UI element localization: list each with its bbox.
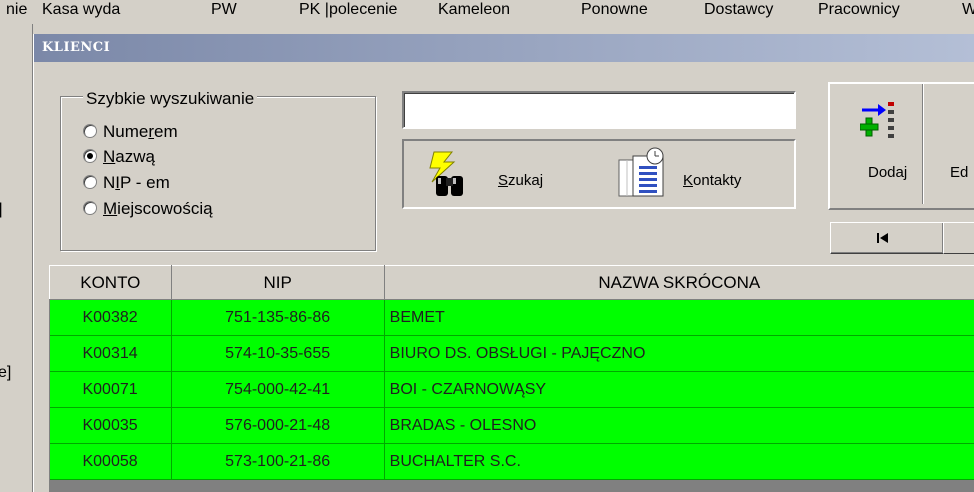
column-header-nip[interactable]: NIP [170, 265, 385, 300]
background-fragment: ] [0, 201, 2, 219]
cell-nazwa: BEMET [384, 299, 974, 336]
binoculars-icon [429, 151, 463, 196]
column-header-konto[interactable]: KONTO [49, 265, 172, 300]
cell-nip: 754-000-42-41 [171, 371, 385, 408]
radio-button-icon [83, 124, 97, 138]
clients-grid: KONTO NIP NAZWA SKRÓCONA K00382 751-135-… [49, 265, 974, 492]
menu-item-pracownicy[interactable]: Pracownicy [818, 1, 900, 19]
cell-nip: 574-10-35-655 [171, 335, 385, 372]
menu-bar: nie Kasa wyda PW PK |polecenie Kameleon … [0, 0, 974, 24]
search-input[interactable] [402, 91, 796, 129]
cell-nazwa: BIURO DS. OBSŁUGI - PAJĘCZNO [384, 335, 974, 372]
cell-nip: 751-135-86-86 [171, 299, 385, 336]
cell-nip: 573-100-21-86 [171, 443, 385, 480]
menu-item-kasa-wyda[interactable]: Kasa wyda [42, 1, 120, 19]
cell-konto: K00071 [49, 371, 172, 408]
background-fragment: e] [0, 364, 12, 381]
table-row[interactable]: K00314 574-10-35-655 BIURO DS. OBSŁUGI -… [49, 335, 974, 372]
radio-by-number[interactable]: Numerem [83, 121, 178, 143]
cell-nip: 576-000-21-48 [171, 407, 385, 444]
edit-button-label: Ed [950, 164, 969, 181]
radio-button-icon [83, 175, 97, 189]
edit-button[interactable]: Ed [924, 84, 974, 204]
radio-by-nip[interactable]: NIP - em [83, 172, 170, 194]
cell-nazwa: BOI - CZARNOWĄSY [384, 371, 974, 408]
menu-item-dostawcy[interactable]: Dostawcy [704, 1, 773, 19]
menu-item[interactable]: nie [6, 1, 27, 19]
cell-konto: K00035 [49, 407, 172, 444]
table-row[interactable]: K00071 754-000-42-41 BOI - CZARNOWĄSY [49, 371, 974, 408]
menu-item-pk-polecenie[interactable]: PK |polecenie [299, 1, 397, 19]
cell-nazwa: BRADAS - OLESNO [384, 407, 974, 444]
menu-item-kameleon[interactable]: Kameleon [438, 1, 510, 19]
window-title: KLIENCI [42, 40, 111, 55]
search-button[interactable]: Szukaj [424, 150, 564, 200]
menu-item-w[interactable]: W [962, 1, 974, 19]
add-record-icon [860, 102, 894, 138]
cell-nazwa: BUCHALTER S.C. [384, 443, 974, 480]
add-button[interactable]: Dodaj [830, 84, 922, 204]
table-row[interactable]: K00035 576-000-21-48 BRADAS - OLESNO [49, 407, 974, 444]
contacts-button[interactable]: Kontakty [617, 146, 777, 200]
window-title-bar[interactable]: KLIENCI [34, 34, 974, 62]
table-row[interactable]: K00058 573-100-21-86 BUCHALTER S.C. [49, 443, 974, 480]
clients-window: KLIENCI Szybkie wyszukiwanie Numerem Naz… [33, 34, 974, 492]
clients-table: KONTO NIP NAZWA SKRÓCONA K00382 751-135-… [49, 265, 974, 480]
menu-item-ponowne[interactable]: Ponowne [581, 1, 648, 19]
first-record-button[interactable] [830, 222, 944, 254]
cell-konto: K00314 [49, 335, 172, 372]
previous-record-button[interactable] [943, 222, 974, 254]
radio-button-icon [83, 201, 97, 215]
table-row[interactable]: K00382 751-135-86-86 BEMET [49, 299, 974, 336]
cell-konto: K00058 [49, 443, 172, 480]
contacts-notebook-icon [618, 147, 664, 197]
toolbar-panel: Dodaj Ed [828, 82, 974, 210]
quick-search-legend: Szybkie wyszukiwanie [83, 89, 258, 109]
background-window-strip: ] e] [0, 24, 33, 492]
menu-item-pw[interactable]: PW [211, 1, 237, 19]
add-button-label: Dodaj [868, 164, 908, 181]
radio-by-name[interactable]: Nazwą [83, 146, 155, 168]
column-header-nazwa[interactable]: NAZWA SKRÓCONA [383, 265, 974, 300]
cell-konto: K00382 [49, 299, 172, 336]
table-header-row: KONTO NIP NAZWA SKRÓCONA [49, 265, 974, 300]
radio-by-city[interactable]: Miejscowością [83, 198, 213, 220]
first-record-icon [877, 233, 888, 243]
radio-button-selected-icon [83, 149, 97, 163]
